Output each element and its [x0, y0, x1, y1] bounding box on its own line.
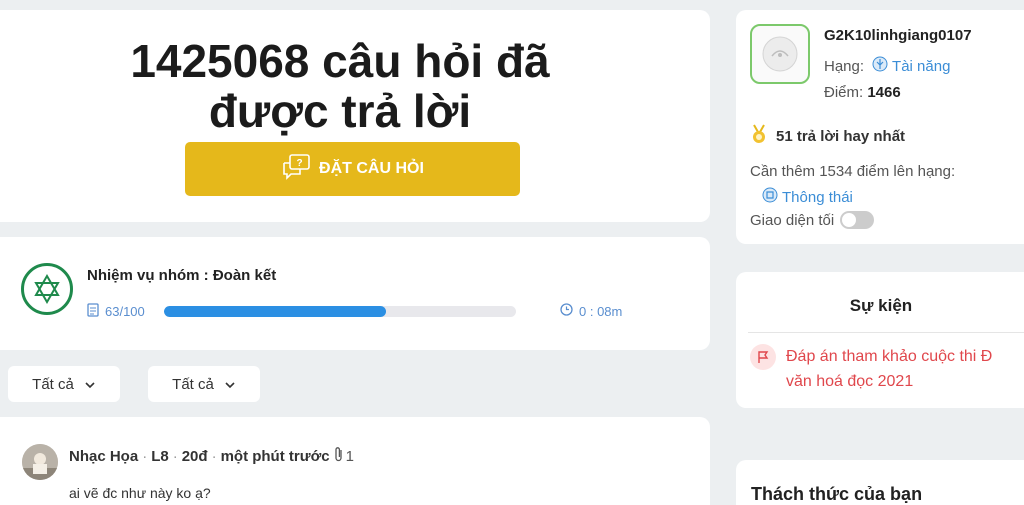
- grade-filter-dropdown[interactable]: Tất cả: [148, 366, 260, 402]
- challenge-card: Thách thức của bạn: [736, 460, 1024, 505]
- post-author-name[interactable]: Nhạc Họa: [69, 448, 138, 465]
- document-icon: [87, 303, 99, 320]
- events-card: Sự kiện Đáp án tham khảo cuộc thi Đ văn …: [736, 272, 1024, 408]
- flag-icon: [750, 344, 776, 370]
- rank-value: Tài năng: [872, 56, 950, 76]
- hero-card: 1425068 câu hỏi đã được trả lời ? ĐẶT CÂ…: [0, 10, 710, 222]
- title-line-2: được trả lời: [208, 85, 472, 137]
- event-item[interactable]: Đáp án tham khảo cuộc thi Đ văn hoá đọc …: [750, 344, 1024, 394]
- chevron-down-icon: [224, 376, 236, 393]
- medal-icon: [750, 124, 768, 148]
- subject-filter-dropdown[interactable]: Tất cả: [8, 366, 120, 402]
- profile-username[interactable]: G2K10linhgiang0107: [824, 27, 972, 44]
- post-meta: Nhạc Họa · L8 · 20đ · một phút trước 1: [69, 446, 354, 466]
- meta-separator: ·: [142, 447, 148, 465]
- points-needed-text: Cần thêm 1534 điểm lên hạng:: [750, 163, 956, 180]
- question-points: 20đ: [181, 447, 208, 465]
- meta-separator: ·: [211, 447, 217, 465]
- mission-timer: 0 : 08m: [560, 303, 622, 319]
- chevron-down-icon: [84, 376, 96, 393]
- author-level: L8: [151, 447, 169, 465]
- questions-answered-title: 1425068 câu hỏi đã được trả lời: [40, 36, 640, 136]
- timer-text: 0 : 08m: [579, 303, 623, 319]
- title-line-1: 1425068 câu hỏi đã: [130, 35, 550, 87]
- next-rank-text: Thông thái: [782, 188, 853, 206]
- next-rank: Thông thái: [762, 187, 853, 207]
- user-profile-card: G2K10linhgiang0107 Hạng: Tài năng Điểm: …: [736, 10, 1024, 244]
- event-text-line-1: Đáp án tham khảo cuộc thi Đ: [786, 348, 993, 365]
- ask-question-button[interactable]: ? ĐẶT CÂU HỎI: [185, 142, 520, 196]
- events-title: Sự kiện: [849, 296, 913, 315]
- attachment-count: 1: [334, 446, 354, 466]
- progress-text: 63/100: [105, 304, 145, 319]
- paperclip-icon: [334, 446, 344, 466]
- mission-progress-bar: [164, 306, 516, 317]
- filter-label: Tất cả: [172, 375, 214, 393]
- rank-label: Hạng:: [824, 57, 865, 75]
- meta-separator: ·: [172, 447, 178, 465]
- mission-title: Nhiệm vụ nhóm : Đoàn kết: [87, 267, 277, 284]
- event-text-line-2: văn hoá đọc 2021: [786, 373, 914, 390]
- rank-value-text: Tài năng: [892, 57, 951, 75]
- points-value: 1466: [867, 84, 901, 101]
- progress-bar-fill: [164, 306, 386, 317]
- profile-avatar[interactable]: [750, 24, 810, 84]
- rank-badge-icon: [762, 187, 778, 207]
- profile-rank: Hạng: Tài năng: [824, 56, 950, 76]
- event-text[interactable]: Đáp án tham khảo cuộc thi Đ văn hoá đọc …: [786, 344, 992, 394]
- dark-mode-setting: Giao diện tối: [750, 211, 875, 229]
- divider: [748, 332, 1024, 333]
- post-content[interactable]: ai vẽ đc như này ko ạ?: [69, 485, 211, 501]
- dark-mode-toggle[interactable]: [840, 211, 875, 229]
- dark-mode-label: Giao diện tối: [750, 211, 835, 229]
- post-time: một phút trước: [220, 447, 330, 465]
- best-answers-text: 51 trả lời hay nhất: [776, 127, 906, 145]
- question-post-card[interactable]: Nhạc Họa · L8 · 20đ · một phút trước 1 a…: [0, 417, 710, 505]
- rank-badge-icon: [872, 56, 888, 76]
- group-mission-card: Nhiệm vụ nhóm : Đoàn kết 63/100 0 : 08m: [0, 237, 710, 350]
- best-answers: 51 trả lời hay nhất: [750, 124, 905, 148]
- avatar[interactable]: [22, 444, 58, 480]
- points-label: Điểm:: [824, 84, 864, 101]
- challenge-title: Thách thức của bạn: [751, 484, 923, 504]
- question-bubble-icon: ?: [281, 153, 311, 185]
- mission-progress-count: 63/100: [87, 303, 145, 320]
- clock-icon: [560, 303, 573, 319]
- attachment-number: 1: [345, 447, 354, 465]
- svg-text:?: ?: [296, 158, 302, 169]
- ask-question-label: ĐẶT CÂU HỎI: [319, 160, 424, 177]
- profile-points: Điểm: 1466: [824, 84, 901, 101]
- star-of-david-badge-icon: [21, 263, 73, 315]
- filter-label: Tất cả: [32, 375, 74, 393]
